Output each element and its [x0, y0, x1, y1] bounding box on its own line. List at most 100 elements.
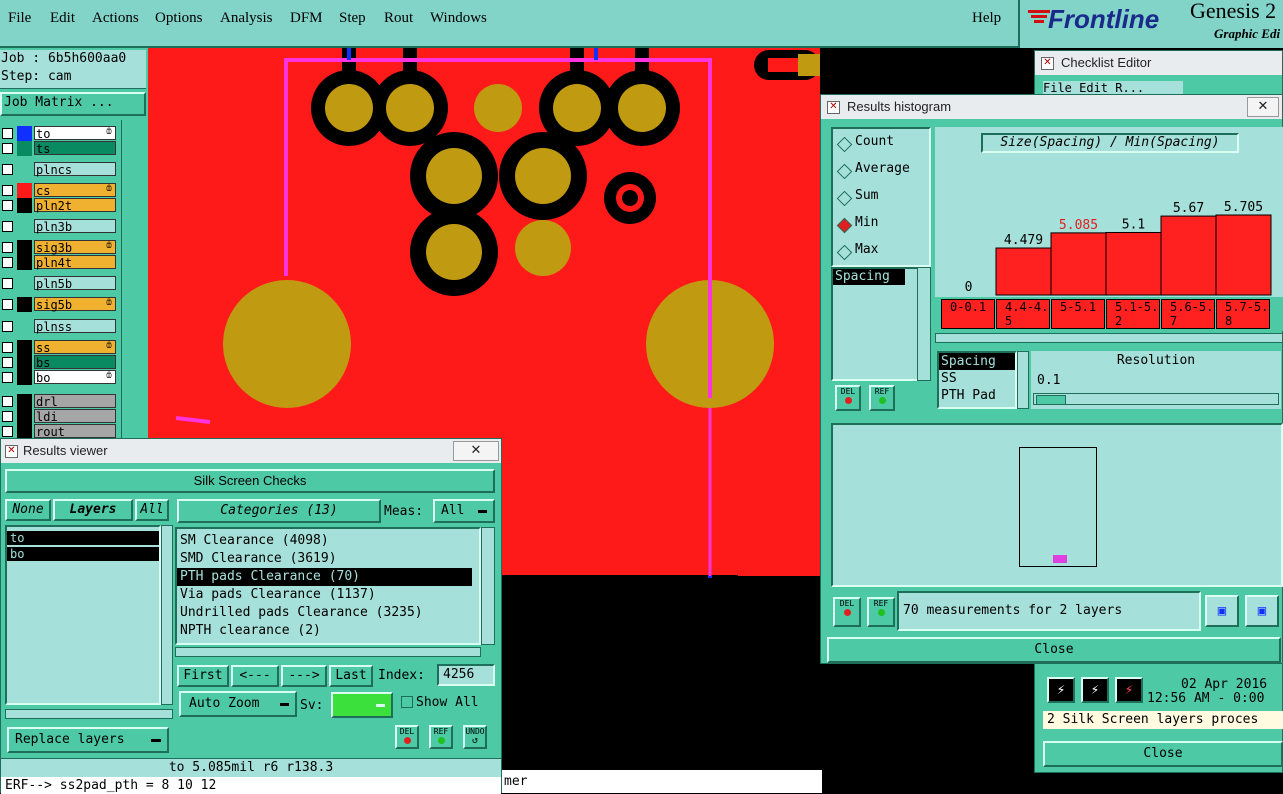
close-icon[interactable]: ✕ — [1247, 97, 1279, 117]
histogram-bar[interactable] — [1160, 215, 1217, 296]
layer-name[interactable]: pln3b — [34, 219, 116, 234]
del-icon[interactable]: DEL — [835, 385, 861, 411]
menu-options[interactable]: Options — [155, 10, 203, 27]
zoom-to-icon[interactable]: ▣ — [1205, 595, 1239, 627]
category-item[interactable]: Via pads Clearance (1137) — [177, 586, 472, 604]
layer-item[interactable]: to — [7, 531, 159, 545]
layer-name[interactable]: pln5b — [34, 276, 116, 291]
del-icon[interactable]: DEL — [833, 597, 861, 627]
last-button[interactable]: Last — [329, 665, 373, 687]
layer-name[interactable]: to — [34, 126, 116, 141]
layer-item[interactable]: bo — [7, 547, 159, 561]
layer-row[interactable]: drl — [0, 394, 118, 409]
layer-name[interactable]: pln2t — [34, 198, 116, 213]
categories-list[interactable]: SM Clearance (4098) SMD Clearance (3619) P… — [175, 527, 481, 645]
layer-checkbox[interactable] — [2, 128, 13, 139]
checklist-close-button[interactable]: Close — [1043, 741, 1283, 767]
layer-checkbox[interactable] — [2, 185, 13, 196]
layer-row[interactable]: pln4t — [0, 255, 118, 270]
zoom-fit-icon[interactable]: ▣ — [1245, 595, 1279, 627]
layer-row[interactable]: ts — [0, 141, 118, 156]
auto-zoom-dropdown[interactable]: Auto Zoom — [179, 691, 297, 717]
layer-checkbox[interactable] — [2, 426, 13, 437]
layer-name[interactable]: drl — [34, 394, 116, 409]
layer-checkbox[interactable] — [2, 221, 13, 232]
layer-checkbox[interactable] — [2, 396, 13, 407]
close-icon[interactable]: ✕ — [453, 441, 499, 461]
mode-radio[interactable] — [836, 136, 853, 153]
undo-icon[interactable]: UNDO ↺ — [463, 725, 487, 749]
layer-checkbox[interactable] — [2, 299, 13, 310]
bin-label[interactable]: 5.6-5.7 — [1161, 299, 1215, 329]
layer-list-scrollbar[interactable] — [161, 525, 173, 705]
category-item[interactable]: NPTH clearance (2) — [177, 622, 472, 640]
layer-checkbox[interactable] — [2, 357, 13, 368]
category-item[interactable]: PTH pads Clearance (70) — [177, 568, 472, 586]
all-layers-button[interactable]: All — [135, 499, 169, 521]
field-item[interactable]: Spacing — [833, 269, 905, 285]
category-item[interactable]: SM Clearance (4098) — [177, 532, 472, 550]
layer-list-scrollbar[interactable] — [121, 120, 149, 438]
categories-button[interactable]: Categories (13) — [177, 499, 381, 523]
layer-checkbox[interactable] — [2, 372, 13, 383]
layer-name[interactable]: bs — [34, 355, 116, 370]
layer-name[interactable]: ldi — [34, 409, 116, 424]
layer-name[interactable]: plnss — [34, 319, 116, 334]
layer-name[interactable]: sig5b — [34, 297, 116, 312]
mode-label[interactable]: Min — [855, 215, 878, 230]
prev-button[interactable]: <--- — [231, 665, 279, 687]
bin-label[interactable]: 4.4-4.5 — [996, 299, 1050, 329]
layer-results-list[interactable]: to bo — [5, 525, 161, 705]
layer-row[interactable]: plnss — [0, 319, 118, 334]
layer-row[interactable]: ss ȸ — [0, 340, 118, 355]
layer-name[interactable]: ts — [34, 141, 116, 156]
layer-row[interactable]: to ȸ — [0, 126, 118, 141]
slider-thumb[interactable] — [1036, 395, 1066, 405]
index-input[interactable]: 4256 — [437, 664, 495, 686]
check-run-icon[interactable]: ⚡ — [1115, 677, 1143, 703]
histogram-bar[interactable] — [995, 247, 1052, 296]
layer-list-hscroll[interactable] — [5, 709, 173, 719]
bin-label[interactable]: 0-0.1 — [941, 299, 995, 329]
category-item[interactable]: SMD Clearance (3619) — [177, 550, 472, 568]
layer-checkbox[interactable] — [2, 257, 13, 268]
job-matrix-button[interactable]: Job Matrix ... — [0, 92, 146, 116]
category-item[interactable]: Undrilled pads Clearance (3235) — [177, 604, 472, 622]
mode-label[interactable]: Count — [855, 134, 894, 149]
layer-row[interactable]: rout — [0, 424, 118, 439]
ref-icon[interactable]: REF — [429, 725, 453, 749]
meas-dropdown[interactable]: All — [433, 499, 495, 523]
field-list-scrollbar[interactable] — [917, 267, 931, 381]
next-button[interactable]: ---> — [281, 665, 327, 687]
measure-list[interactable]: Spacing SS PTH Pad — [937, 351, 1017, 409]
severity-color-dropdown[interactable] — [331, 692, 393, 718]
mode-radio[interactable] — [836, 163, 853, 180]
menu-dfm[interactable]: DFM — [290, 10, 323, 27]
menu-help[interactable]: Help — [972, 10, 1001, 27]
bin-label[interactable]: 5.7-5.8 — [1216, 299, 1270, 329]
measure-list-scrollbar[interactable] — [1017, 351, 1029, 409]
bin-label[interactable]: 5-5.1 — [1051, 299, 1105, 329]
check-run-icon[interactable]: ⚡ — [1047, 677, 1075, 703]
menu-edit[interactable]: Edit — [50, 10, 75, 27]
layer-name[interactable]: cs — [34, 183, 116, 198]
menu-step[interactable]: Step — [339, 10, 366, 27]
layer-checkbox[interactable] — [2, 242, 13, 253]
menu-analysis[interactable]: Analysis — [220, 10, 273, 27]
layer-row[interactable]: pln5b — [0, 276, 118, 291]
resolution-slider[interactable] — [1033, 393, 1279, 405]
layer-checkbox[interactable] — [2, 342, 13, 353]
layer-checkbox[interactable] — [2, 411, 13, 422]
histogram-field-list[interactable]: Spacing — [831, 267, 925, 381]
none-button[interactable]: None — [5, 499, 51, 521]
layers-button[interactable]: Layers — [53, 499, 133, 521]
layer-row[interactable]: plncs — [0, 162, 118, 177]
mode-label[interactable]: Average — [855, 161, 910, 176]
categories-hscroll[interactable] — [175, 647, 481, 657]
mode-radio[interactable] — [836, 217, 853, 234]
measure-item[interactable]: SS — [939, 370, 1015, 387]
replace-layers-dropdown[interactable]: Replace layers — [7, 727, 169, 753]
menu-file[interactable]: File — [8, 10, 31, 27]
layer-row[interactable]: bs — [0, 355, 118, 370]
layer-checkbox[interactable] — [2, 200, 13, 211]
